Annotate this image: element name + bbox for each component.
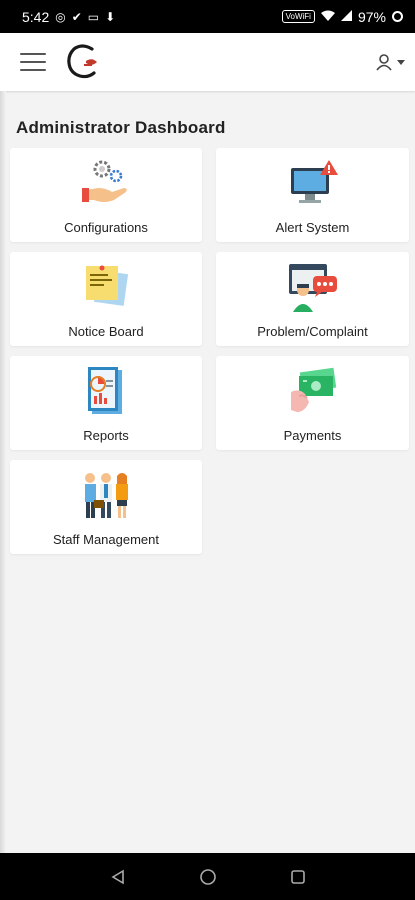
tile-configurations[interactable]: Configurations: [10, 148, 202, 242]
status-time: 5:42: [22, 8, 50, 25]
monitor-alert-icon: [290, 160, 338, 203]
page-title: Administrator Dashboard: [16, 118, 226, 137]
configuration-gears-hand-icon: [82, 160, 127, 202]
signal-icon: [340, 9, 352, 24]
drawer-edge-shadow: [0, 91, 6, 853]
dashboard-grid: Configurations Alert System Notice Board: [10, 148, 410, 554]
sticky-notes-icon: [86, 265, 129, 306]
tile-reports[interactable]: Reports: [10, 356, 202, 450]
status-bar-right: VoWiFi 97%: [281, 8, 403, 25]
tile-notice-board[interactable]: Notice Board: [10, 252, 202, 346]
wifi-icon: [320, 10, 335, 24]
sync-icon: [392, 11, 403, 22]
tile-staff-management[interactable]: Staff Management: [10, 460, 202, 554]
hamburger-icon[interactable]: [20, 53, 46, 71]
system-nav-bar: [0, 853, 415, 900]
cash-hand-icon: [290, 367, 336, 412]
back-triangle-icon[interactable]: [103, 862, 133, 892]
vowifi-badge: VoWiFi: [281, 10, 315, 23]
battery-percent: 97%: [357, 8, 386, 25]
check-icon: ✔: [71, 9, 82, 24]
chevron-down-icon[interactable]: [397, 59, 405, 65]
profile-menu[interactable]: [375, 53, 405, 71]
message-icon: ▭: [87, 9, 100, 24]
tile-label: Configurations: [64, 220, 148, 235]
tile-label: Alert System: [275, 220, 350, 235]
support-chat-icon: [288, 264, 337, 312]
tile-label: Payments: [283, 428, 342, 443]
tile-alert-system[interactable]: Alert System: [216, 148, 409, 242]
status-bar: 5:42 ◎ ✔ ▭ ⬇ VoWiFi 97%: [0, 0, 415, 33]
whatsapp-icon: ◎: [55, 9, 66, 24]
app-bar: [0, 33, 415, 91]
tile-label: Staff Management: [53, 532, 159, 547]
download-icon: ⬇: [105, 9, 116, 24]
staff-group-icon: [85, 473, 128, 518]
tile-label: Reports: [83, 428, 129, 443]
tile-payments[interactable]: Payments: [216, 356, 409, 450]
tile-problem-complaint[interactable]: Problem/Complaint: [216, 252, 409, 346]
brand-logo-icon[interactable]: [66, 43, 100, 81]
status-bar-left: 5:42 ◎ ✔ ▭ ⬇: [22, 9, 115, 25]
user-icon[interactable]: [375, 53, 393, 71]
tile-label: Notice Board: [68, 324, 144, 339]
tile-label: Problem/Complaint: [257, 324, 368, 339]
home-circle-icon[interactable]: [193, 862, 223, 892]
app-bar-left: [20, 43, 100, 81]
report-document-icon: [88, 367, 122, 414]
recents-square-icon[interactable]: [283, 862, 313, 892]
